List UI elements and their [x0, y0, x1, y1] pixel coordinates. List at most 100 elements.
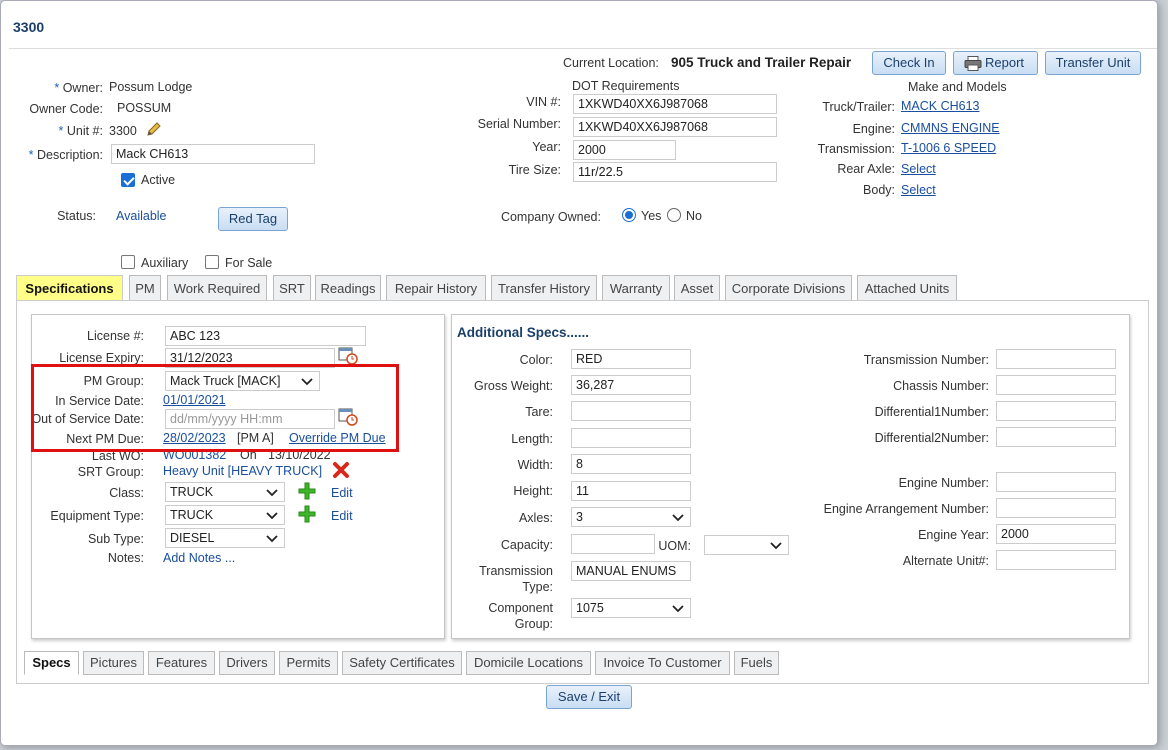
- auxiliary-checkbox[interactable]: [121, 255, 135, 269]
- add-plus-icon[interactable]: [298, 482, 316, 500]
- tab-asset[interactable]: Asset: [674, 275, 720, 301]
- differential2-number-input[interactable]: [996, 427, 1116, 447]
- class-select[interactable]: TRUCK: [165, 482, 285, 502]
- tab-features[interactable]: Features: [148, 651, 215, 675]
- gross-weight-input[interactable]: 36,287: [571, 375, 691, 395]
- rear-axle-link[interactable]: Select: [901, 162, 936, 176]
- owner-code-label: Owner Code:: [29, 102, 103, 116]
- license-expiry-label: License Expiry:: [59, 351, 144, 365]
- tire-size-label: Tire Size:: [508, 163, 561, 177]
- remove-x-icon[interactable]: [332, 461, 350, 479]
- component-group-label: Component Group:: [488, 601, 553, 631]
- for-sale-label: For Sale: [225, 256, 273, 270]
- color-input[interactable]: RED: [571, 349, 691, 369]
- engine-year-input[interactable]: 2000: [996, 524, 1116, 544]
- uom-label: UOM:: [658, 539, 691, 553]
- status-label: Status:: [57, 209, 96, 223]
- component-group-select[interactable]: 1075: [571, 598, 691, 618]
- length-label: Length:: [511, 432, 553, 446]
- transmission-type-input[interactable]: MANUAL ENUMS: [571, 561, 691, 581]
- truck-trailer-label: Truck/Trailer:: [822, 100, 895, 114]
- owner-value: Possum Lodge: [109, 80, 193, 94]
- tare-input[interactable]: [571, 401, 691, 421]
- report-button[interactable]: Report: [953, 51, 1038, 75]
- tab-pictures[interactable]: Pictures: [83, 651, 144, 675]
- engine-arrangement-number-input[interactable]: [996, 498, 1116, 518]
- truck-trailer-link[interactable]: MACK CH613: [901, 99, 980, 113]
- transmission-number-input[interactable]: [996, 349, 1116, 369]
- company-owned-no-radio[interactable]: [667, 208, 681, 222]
- body-link[interactable]: Select: [901, 183, 936, 197]
- sub-type-value: DIESEL: [170, 531, 215, 545]
- current-location-label: Current Location:: [563, 56, 659, 70]
- equipment-type-select[interactable]: TRUCK: [165, 505, 285, 525]
- transfer-unit-button[interactable]: Transfer Unit: [1045, 51, 1141, 75]
- serial-input[interactable]: 1XKWD40XX6J987068: [573, 117, 777, 137]
- height-input[interactable]: 11: [571, 481, 691, 501]
- chevron-down-icon: [266, 489, 278, 497]
- engine-number-input[interactable]: [996, 472, 1116, 492]
- alternate-unit-input[interactable]: [996, 550, 1116, 570]
- axles-select[interactable]: 3: [571, 507, 691, 527]
- tab-safety-certificates[interactable]: Safety Certificates: [342, 651, 462, 675]
- capacity-input[interactable]: [571, 534, 655, 554]
- chevron-down-icon: [266, 535, 278, 543]
- tab-specs[interactable]: Specs: [24, 651, 79, 675]
- owner-label: * Owner:: [54, 81, 103, 95]
- save-exit-button[interactable]: Save / Exit: [546, 685, 632, 709]
- company-owned-yes-label: Yes: [641, 209, 662, 223]
- engine-link[interactable]: CMMNS ENGINE: [901, 121, 1000, 135]
- additional-specs-heading: Additional Specs......: [457, 325, 590, 340]
- year-label: Year:: [532, 140, 561, 154]
- tab-srt[interactable]: SRT: [273, 275, 311, 301]
- tab-work-required[interactable]: Work Required: [167, 275, 267, 301]
- tab-pm[interactable]: PM: [129, 275, 161, 301]
- description-input[interactable]: Mack CH613: [111, 144, 315, 164]
- width-input[interactable]: 8: [571, 454, 691, 474]
- axles-label: Axles:: [518, 511, 553, 525]
- tab-specifications[interactable]: Specifications: [16, 275, 123, 303]
- tab-warranty[interactable]: Warranty: [602, 275, 670, 301]
- year-input[interactable]: 2000: [573, 140, 676, 160]
- equipment-type-edit-link[interactable]: Edit: [331, 509, 353, 523]
- srt-group-value[interactable]: Heavy Unit [HEAVY TRUCK]: [163, 464, 322, 478]
- uom-select[interactable]: [704, 535, 789, 555]
- gross-weight-label: Gross Weight:: [474, 379, 553, 393]
- height-label: Height:: [513, 484, 553, 498]
- pencil-icon[interactable]: [145, 121, 162, 138]
- notes-label: Notes:: [107, 551, 144, 565]
- company-owned-yes-radio[interactable]: [622, 208, 636, 222]
- transmission-number-label: Transmission Number:: [863, 353, 989, 367]
- tab-repair-history[interactable]: Repair History: [386, 275, 486, 301]
- tab-domicile-locations[interactable]: Domicile Locations: [466, 651, 591, 675]
- vin-input[interactable]: 1XKWD40XX6J987068: [573, 94, 777, 114]
- add-plus-icon[interactable]: [298, 505, 316, 523]
- class-edit-link[interactable]: Edit: [331, 486, 353, 500]
- add-notes-link[interactable]: Add Notes ...: [163, 551, 235, 565]
- tab-invoice-to-customer[interactable]: Invoice To Customer: [595, 651, 730, 675]
- license-input[interactable]: ABC 123: [165, 326, 366, 346]
- tire-size-input[interactable]: 11r/22.5: [573, 162, 777, 182]
- active-checkbox[interactable]: [121, 173, 135, 187]
- transmission-link[interactable]: T-1006 6 SPEED: [901, 141, 996, 155]
- tab-corporate-divisions[interactable]: Corporate Divisions: [725, 275, 852, 301]
- red-tag-button[interactable]: Red Tag: [218, 207, 288, 231]
- calendar-clock-icon[interactable]: [338, 346, 358, 365]
- check-in-button[interactable]: Check In: [872, 51, 946, 75]
- length-input[interactable]: [571, 428, 691, 448]
- chevron-down-icon: [672, 514, 684, 522]
- tab-permits[interactable]: Permits: [279, 651, 338, 675]
- differential1-number-input[interactable]: [996, 401, 1116, 421]
- tab-attached-units[interactable]: Attached Units: [857, 275, 957, 301]
- rear-axle-label: Rear Axle:: [837, 162, 895, 176]
- chassis-number-input[interactable]: [996, 375, 1116, 395]
- make-models-heading: Make and Models: [908, 80, 1007, 94]
- tab-drivers[interactable]: Drivers: [219, 651, 275, 675]
- tab-fuels[interactable]: Fuels: [734, 651, 779, 675]
- for-sale-checkbox[interactable]: [205, 255, 219, 269]
- tab-transfer-history[interactable]: Transfer History: [491, 275, 597, 301]
- tab-readings[interactable]: Readings: [315, 275, 381, 301]
- dialog-title: 3300: [13, 19, 45, 35]
- active-label: Active: [141, 173, 176, 187]
- sub-type-select[interactable]: DIESEL: [165, 528, 285, 548]
